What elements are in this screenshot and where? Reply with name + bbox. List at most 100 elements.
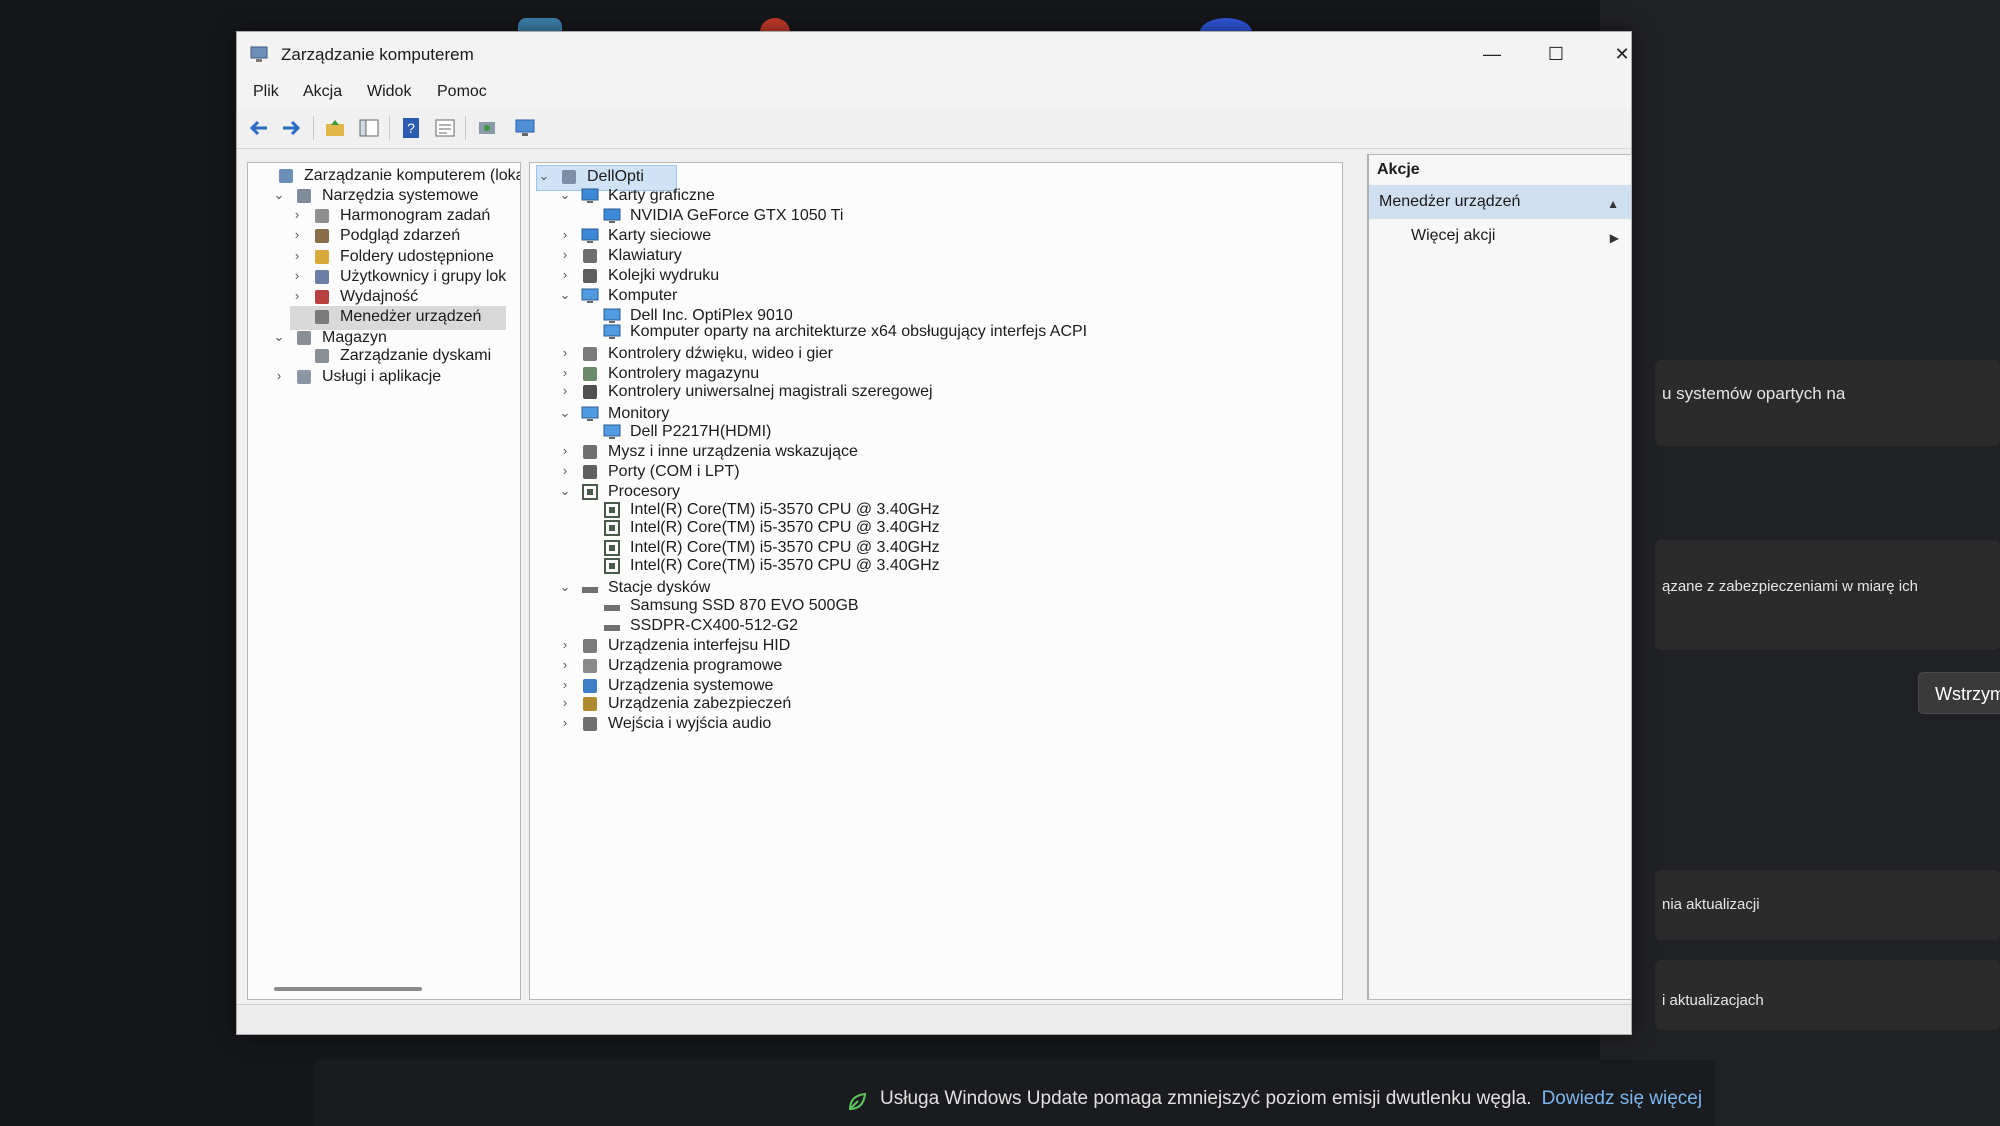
- leaf-icon: [848, 1092, 867, 1111]
- tree-item-label: Karty sieciowe: [608, 227, 712, 244]
- settings-text: i aktualizacjach: [1662, 992, 1764, 1009]
- collapse-chevron-icon[interactable]: ›: [558, 383, 572, 398]
- tree-item-label: Kontrolery uniwersalnej magistrali szere…: [608, 383, 933, 400]
- maximize-button[interactable]: ☐: [1533, 36, 1579, 72]
- title-bar[interactable]: Zarządzanie komputerem — ☐ ✕: [237, 32, 1631, 76]
- tree-item-label: Mysz i inne urządzenia wskazujące: [608, 443, 858, 460]
- settings-text: ązane z zabezpieczeniami w miarę ich: [1662, 578, 1918, 595]
- console-tree-icon[interactable]: [357, 116, 381, 140]
- disk-icon: [312, 347, 332, 365]
- tree-item-label: Zarządzanie komputerem (loka: [304, 167, 521, 184]
- tree-item-label: Urządzenia interfejsu HID: [608, 637, 791, 654]
- collapse-chevron-icon[interactable]: ›: [558, 715, 572, 730]
- menu-bar: Plik Akcja Widok Pomoc: [237, 76, 1631, 108]
- clock-icon: [312, 207, 332, 225]
- tree-item-label: Usługi i aplikacje: [322, 368, 442, 385]
- collapse-chevron-icon[interactable]: ›: [290, 288, 304, 303]
- event-viewer-icon: [312, 227, 332, 245]
- expand-chevron-icon[interactable]: ⌄: [558, 287, 572, 303]
- properties-icon[interactable]: [433, 116, 457, 140]
- menu-view[interactable]: Widok: [367, 83, 411, 101]
- more-actions-item[interactable]: Więcej akcji: [1411, 227, 1495, 245]
- minimize-button[interactable]: —: [1469, 36, 1515, 72]
- collapse-chevron-icon[interactable]: ›: [558, 267, 572, 282]
- tree-item[interactable]: Menedżer urządzeń: [290, 306, 507, 330]
- display-adapter-icon: [602, 207, 622, 225]
- menu-file[interactable]: Plik: [253, 83, 279, 101]
- tree-item-label: NVIDIA GeForce GTX 1050 Ti: [630, 207, 844, 224]
- tree-item-label: Intel(R) Core(TM) i5-3570 CPU @ 3.40GHz: [630, 557, 940, 574]
- collapse-chevron-icon[interactable]: ›: [558, 227, 572, 242]
- storage-icon: [294, 329, 314, 347]
- disk-drive-icon: [602, 617, 622, 635]
- users-icon: [312, 268, 332, 286]
- menu-help[interactable]: Pomoc: [437, 83, 487, 101]
- collapse-chevron-icon[interactable]: ›: [558, 365, 572, 380]
- tree-item-label: Samsung SSD 870 EVO 500GB: [630, 597, 859, 614]
- printer-icon: [580, 267, 600, 285]
- help-icon[interactable]: ?: [399, 116, 423, 140]
- forward-arrow-icon[interactable]: [279, 116, 303, 140]
- tree-item-label: Intel(R) Core(TM) i5-3570 CPU @ 3.40GHz: [630, 501, 940, 518]
- processor-icon: [580, 483, 600, 501]
- toolbar-separator: [313, 116, 314, 140]
- collapse-chevron-icon[interactable]: ›: [290, 248, 304, 263]
- horizontal-scrollbar[interactable]: [274, 987, 422, 991]
- monitor-icon: [580, 405, 600, 423]
- processor-icon: [602, 519, 622, 537]
- close-button[interactable]: ✕: [1599, 36, 1645, 72]
- device-tree-pane: ⌄ DellOpti ⌄ Karty graficzne NVIDIA GeForce …: [529, 162, 1343, 1000]
- processor-icon: [602, 539, 622, 557]
- pause-updates-button[interactable]: Wstrzym: [1918, 672, 2000, 714]
- tree-item-label: Harmonogram zadań: [340, 207, 491, 224]
- display-adapter-icon: [580, 187, 600, 205]
- footer-text: Usługa Windows Update pomaga zmniejszyć …: [880, 1088, 1532, 1109]
- expand-chevron-icon[interactable]: ⌄: [272, 187, 286, 203]
- port-icon: [580, 463, 600, 481]
- collapse-chevron-icon[interactable]: ›: [558, 443, 572, 458]
- usb-icon: [580, 383, 600, 401]
- collapse-chevron-icon[interactable]: ›: [290, 268, 304, 283]
- expand-chevron-icon[interactable]: ⌄: [558, 187, 572, 203]
- expand-chevron-icon[interactable]: ⌄: [558, 405, 572, 421]
- audio-io-icon: [580, 715, 600, 733]
- collapse-chevron-icon[interactable]: ›: [558, 695, 572, 710]
- expand-chevron-icon[interactable]: ⌄: [272, 329, 286, 345]
- expand-chevron-icon[interactable]: ⌄: [537, 168, 551, 184]
- learn-more-link[interactable]: Dowiedz się więcej: [1542, 1088, 1703, 1109]
- collapse-chevron-icon[interactable]: ›: [558, 463, 572, 478]
- collapse-chevron-icon[interactable]: ›: [290, 207, 304, 222]
- collapse-chevron-icon[interactable]: ›: [272, 368, 286, 383]
- collapse-chevron-icon[interactable]: ›: [558, 637, 572, 652]
- tree-item-label: Urządzenia programowe: [608, 657, 783, 674]
- actions-section-device-manager[interactable]: Menedżer urządzeń ▲: [1369, 185, 1631, 219]
- footer-message: Usługa Windows Update pomaga zmniejszyć …: [880, 1088, 1702, 1110]
- monitor-icon: [580, 287, 600, 305]
- menu-action[interactable]: Akcja: [303, 83, 342, 101]
- toolbar-separator: [389, 116, 390, 140]
- processor-icon: [602, 557, 622, 575]
- collapse-triangle-icon[interactable]: ▲: [1607, 197, 1619, 211]
- refresh-icon[interactable]: [475, 116, 499, 140]
- computer-management-window: Zarządzanie komputerem — ☐ ✕ Plik Akcja …: [236, 31, 1632, 1035]
- collapse-chevron-icon[interactable]: ›: [558, 345, 572, 360]
- back-arrow-icon[interactable]: [247, 116, 271, 140]
- collapse-chevron-icon[interactable]: ›: [558, 657, 572, 672]
- software-device-icon: [580, 657, 600, 675]
- collapse-chevron-icon[interactable]: ›: [558, 247, 572, 262]
- toolbar: ?: [237, 108, 1631, 149]
- up-folder-icon[interactable]: [323, 116, 347, 140]
- speaker-icon: [580, 345, 600, 363]
- monitor-icon[interactable]: [513, 116, 537, 140]
- collapse-chevron-icon[interactable]: ›: [558, 677, 572, 692]
- tree-item-label: Zarządzanie dyskami: [340, 347, 492, 364]
- performance-icon: [312, 288, 332, 306]
- window-title: Zarządzanie komputerem: [281, 45, 474, 64]
- security-device-icon: [580, 695, 600, 713]
- tree-item-label: Procesory: [608, 483, 681, 500]
- expand-chevron-icon[interactable]: ⌄: [558, 579, 572, 595]
- expand-chevron-icon[interactable]: ⌄: [558, 483, 572, 499]
- collapse-chevron-icon[interactable]: ›: [290, 227, 304, 242]
- svg-text:?: ?: [407, 120, 415, 136]
- tree-item-label: Klawiatury: [608, 247, 682, 264]
